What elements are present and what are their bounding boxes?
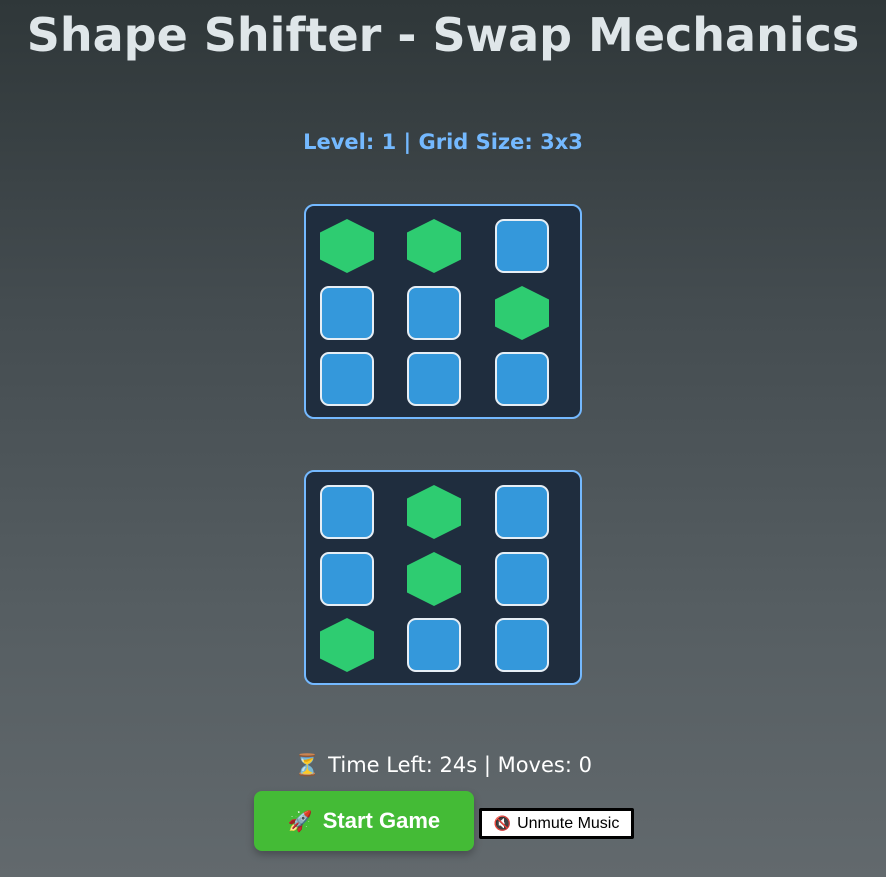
unmute-music-button[interactable]: 🔇 Unmute Music: [479, 808, 634, 839]
game-title: Shape Shifter - Swap Mechanics: [26, 8, 860, 62]
target-grid: [304, 204, 582, 419]
player-cell-hexagon[interactable]: [407, 552, 461, 606]
status-text: Time Left: 24s | Moves: 0: [328, 753, 592, 777]
target-cell-square: [407, 286, 461, 340]
target-cell-square: [495, 219, 549, 273]
player-cell-square[interactable]: [407, 618, 461, 672]
player-cell-hexagon[interactable]: [320, 618, 374, 672]
player-cell-square[interactable]: [495, 618, 549, 672]
start-game-button[interactable]: 🚀 Start Game: [254, 791, 474, 851]
rocket-icon: 🚀: [287, 810, 313, 833]
muted-speaker-icon: 🔇: [493, 815, 512, 831]
start-game-label: Start Game: [322, 808, 441, 833]
level-info: Level: 1 | Grid Size: 3x3: [303, 130, 583, 154]
hourglass-icon: ⏳: [294, 753, 321, 777]
target-cell-square: [407, 352, 461, 406]
player-cell-square[interactable]: [495, 485, 549, 539]
player-cell-square[interactable]: [495, 552, 549, 606]
player-cell-square[interactable]: [320, 485, 374, 539]
player-cell-hexagon[interactable]: [407, 485, 461, 539]
status-bar: ⏳ Time Left: 24s | Moves: 0: [0, 750, 886, 780]
target-cell-square: [495, 352, 549, 406]
target-cell-hexagon: [407, 219, 461, 273]
player-grid[interactable]: [304, 470, 582, 685]
unmute-music-label: Unmute Music: [517, 814, 620, 832]
player-cell-square[interactable]: [320, 552, 374, 606]
target-cell-square: [320, 286, 374, 340]
target-cell-hexagon: [320, 219, 374, 273]
target-cell-hexagon: [495, 286, 549, 340]
target-cell-square: [320, 352, 374, 406]
